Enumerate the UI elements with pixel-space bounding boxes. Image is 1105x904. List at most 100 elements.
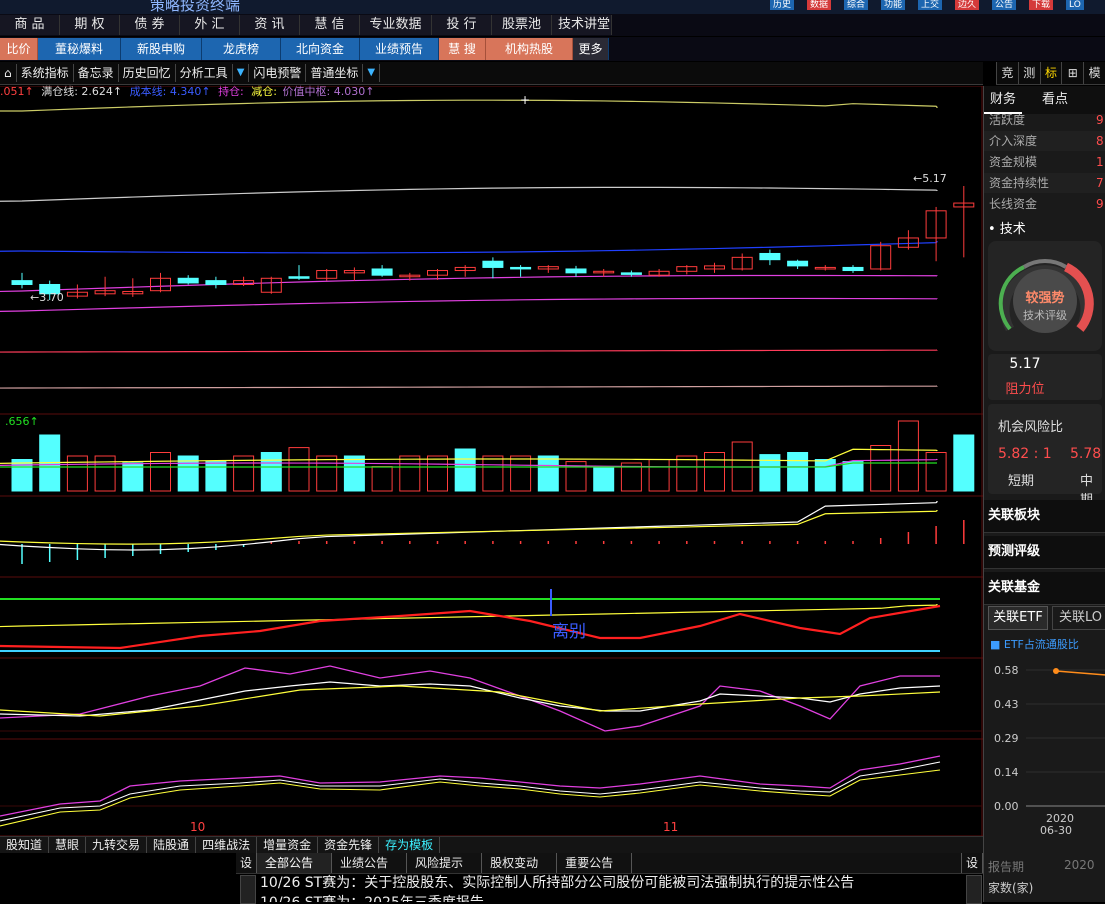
top-button[interactable]: 功能 xyxy=(881,0,906,10)
feature-menu-item[interactable]: 机构热股 xyxy=(486,38,573,60)
volume-bar xyxy=(66,455,88,492)
menu-item[interactable]: 股票池 xyxy=(492,15,552,35)
tab-related-lof[interactable]: 关联LO xyxy=(1052,606,1105,630)
bottom-tab[interactable]: 存为模板 xyxy=(379,837,441,853)
volume-bar xyxy=(371,466,393,492)
mini-tab[interactable]: 模 xyxy=(1083,62,1105,84)
menu-item[interactable]: 资 讯 xyxy=(240,15,300,35)
crosshair-marker: + xyxy=(520,93,530,107)
toolbar-button[interactable]: 分析工具 xyxy=(176,64,233,82)
metric-value: 9 xyxy=(1096,113,1104,127)
toolbar-button[interactable]: 历史回忆 xyxy=(119,64,176,82)
feature-menu-item[interactable]: 慧 搜 xyxy=(439,38,486,60)
news-scrollbar-right[interactable] xyxy=(966,875,982,904)
volume-bar xyxy=(870,445,892,492)
feature-menu-item[interactable]: 更多 xyxy=(573,38,609,60)
candle-body xyxy=(371,268,393,276)
top-button[interactable]: 上交 xyxy=(918,0,943,10)
metric-row: 长线资金 9 xyxy=(984,194,1105,214)
bottom-tab[interactable]: 九转交易 xyxy=(86,837,148,853)
announcement-tab[interactable]: 业绩公告 xyxy=(332,853,408,873)
top-button[interactable]: 公告 xyxy=(992,0,1017,10)
volume-bar xyxy=(676,455,698,492)
bottom-tab[interactable]: 陆股通 xyxy=(147,837,197,853)
bottom-tab[interactable]: 四维战法 xyxy=(196,837,258,853)
section-related-funds[interactable]: 关联基金 xyxy=(984,572,1105,605)
dropdown-arrow-icon[interactable]: ▼ xyxy=(233,64,250,82)
bottom-tab[interactable]: 股知道 xyxy=(0,837,50,853)
top-button[interactable]: 下载 xyxy=(1029,0,1054,10)
volume-bar xyxy=(648,459,670,492)
mini-tab[interactable]: 竞 xyxy=(996,62,1018,84)
feature-menu-item[interactable]: 比价 xyxy=(0,38,38,60)
volume-bar xyxy=(897,420,919,492)
top-button[interactable]: 综合 xyxy=(844,0,869,10)
toolbar-button[interactable]: 普通坐标 xyxy=(306,64,364,82)
dropdown-arrow-icon[interactable]: ▼ xyxy=(363,64,381,82)
high-price-value: 5.17 xyxy=(922,172,947,185)
announcement-tab[interactable]: 股权变动 xyxy=(482,853,558,873)
menu-item[interactable]: 技术讲堂 xyxy=(552,15,612,35)
news-scrollbar[interactable] xyxy=(240,875,256,904)
top-button[interactable]: LO xyxy=(1066,0,1084,10)
ratio-mid: 5.78 : xyxy=(1070,446,1105,462)
menu-item[interactable]: 慧 信 xyxy=(300,15,360,35)
macd-dea-line xyxy=(0,510,938,545)
bottom-tab[interactable]: 资金先锋 xyxy=(318,837,380,853)
metric-label: 介入深度 xyxy=(989,134,1038,148)
announcement-tab[interactable]: 设 xyxy=(960,853,983,873)
report-period-value: 2020 xyxy=(1064,858,1095,872)
news-item[interactable]: 10/26 ST赛为：关于控股股东、实际控制人所持部分公司股份可能被司法强制执行… xyxy=(260,873,960,893)
lock-icon[interactable]: ⌂ xyxy=(0,64,17,82)
gauge-rating: 较强势 xyxy=(1025,291,1065,306)
toolbar-button[interactable]: 闪电预警 xyxy=(249,64,307,82)
feature-menu-item[interactable]: 新股申购 xyxy=(121,38,202,60)
toolbar-button[interactable]: 备忘录 xyxy=(74,64,119,82)
mini-tab[interactable]: 标 xyxy=(1039,62,1062,84)
candle-body xyxy=(759,252,781,261)
announcement-tab[interactable]: 重要公告 xyxy=(557,853,633,873)
menu-item[interactable]: 投 行 xyxy=(432,15,492,35)
tab-related-etf[interactable]: 关联ETF xyxy=(988,606,1048,630)
announcement-tab[interactable]: 全部公告 xyxy=(257,853,333,873)
volume-bar xyxy=(343,455,365,492)
volume-bar xyxy=(704,452,725,492)
news-item[interactable]: 10/26 ST赛为：2025年三季度报告 xyxy=(260,893,960,902)
toolbar-button[interactable]: 系统指标 xyxy=(17,64,74,82)
menu-item[interactable]: 债 券 xyxy=(120,15,180,35)
candle-body xyxy=(205,280,227,285)
menu-item[interactable]: 商 品 xyxy=(0,15,60,35)
mini-tab[interactable]: ⊞ xyxy=(1061,62,1083,84)
candle-body xyxy=(620,272,642,275)
etf-y-tick: 0.29 xyxy=(994,732,1019,745)
etf-series-point xyxy=(1053,668,1059,674)
menu-item[interactable]: 专业数据 xyxy=(360,15,432,35)
volume-bar xyxy=(427,455,448,492)
upper-band-line xyxy=(0,99,938,112)
feature-menu-item[interactable]: 龙虎榜 xyxy=(202,38,281,60)
bottom-tab[interactable]: 慧眼 xyxy=(49,837,87,853)
tech-section-title: • 技术 xyxy=(988,222,1026,237)
candle-body xyxy=(177,277,199,284)
feature-menu-item[interactable]: 北向资金 xyxy=(281,38,360,60)
candle-body xyxy=(787,260,809,267)
feature-menu-item[interactable]: 董秘爆料 xyxy=(38,38,121,60)
top-button[interactable]: 历史 xyxy=(770,0,795,10)
mini-tab[interactable]: 测 xyxy=(1017,62,1040,84)
separation-red-line xyxy=(0,604,941,650)
announcement-tab[interactable]: 风险提示 xyxy=(407,853,483,873)
menu-item[interactable]: 期 权 xyxy=(60,15,120,35)
bottom-tab[interactable]: 增量资金 xyxy=(257,837,319,853)
metric-value: 7 xyxy=(1096,176,1104,190)
menu-item[interactable]: 外 汇 xyxy=(180,15,240,35)
top-button[interactable]: 边久 xyxy=(955,0,980,10)
etf-legend: ■ ETF占流通股比 xyxy=(990,638,1079,651)
feature-menu-item[interactable]: 业绩预告 xyxy=(360,38,439,60)
top-button[interactable]: 数据 xyxy=(807,0,832,10)
announcement-tab[interactable]: 设 xyxy=(236,853,258,873)
low-price-label: ←3.70 xyxy=(30,291,64,304)
kline-chart[interactable]: + xyxy=(0,86,983,836)
section-related-sectors[interactable]: 关联板块 xyxy=(984,500,1105,533)
section-forecast-rating[interactable]: 预测评级 xyxy=(984,536,1105,569)
rsi-line-2 xyxy=(0,761,941,822)
